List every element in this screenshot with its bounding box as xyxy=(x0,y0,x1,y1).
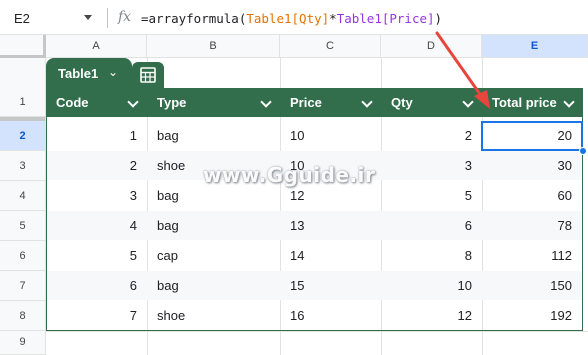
cell-qty[interactable]: 12 xyxy=(381,301,482,330)
header-qty[interactable]: Qty xyxy=(381,88,482,117)
cell-reference: E2 xyxy=(14,11,30,26)
formula-prefix: =arrayformula( xyxy=(141,11,247,26)
cell-total[interactable]: 78 xyxy=(482,211,582,240)
chevron-down-icon[interactable] xyxy=(127,96,139,108)
cell-code[interactable]: 5 xyxy=(47,241,147,270)
cell-qty[interactable]: 2 xyxy=(381,121,482,150)
cell-code[interactable]: 3 xyxy=(47,181,147,210)
formula-ref-qty: Table1[Qty] xyxy=(246,11,330,26)
divider xyxy=(107,8,108,28)
header-label: Price xyxy=(290,95,322,110)
formula-operator: * xyxy=(329,11,337,26)
table-name: Table1 xyxy=(58,66,99,81)
cell-price[interactable]: 16 xyxy=(280,301,381,330)
header-total-price[interactable]: Total price xyxy=(482,88,583,117)
chevron-down-icon[interactable] xyxy=(361,96,373,108)
formula-ref-price: Table1[Price] xyxy=(336,11,435,26)
cell-code[interactable]: 4 xyxy=(47,211,147,240)
grid-table-icon[interactable] xyxy=(132,62,164,88)
cell-qty[interactable]: 6 xyxy=(381,211,482,240)
cell-type[interactable]: bag xyxy=(147,271,280,300)
cell-type[interactable]: bag xyxy=(147,121,280,150)
cell-qty[interactable]: 3 xyxy=(381,151,482,180)
selected-cell-outline xyxy=(481,121,583,151)
header-label: Code xyxy=(56,95,89,110)
table-row: 5 cap 14 8 112 xyxy=(47,241,582,270)
column-header-b[interactable]: B xyxy=(147,35,280,58)
cell-qty[interactable]: 5 xyxy=(381,181,482,210)
select-all-corner[interactable] xyxy=(0,35,46,58)
cell-price[interactable]: 10 xyxy=(280,121,381,150)
fx-icon: fx xyxy=(118,9,132,25)
cell-code[interactable]: 7 xyxy=(47,301,147,330)
cell-type[interactable]: cap xyxy=(147,241,280,270)
cell-qty[interactable]: 10 xyxy=(381,271,482,300)
cell-qty[interactable]: 8 xyxy=(381,241,482,270)
cell-price[interactable]: 14 xyxy=(280,241,381,270)
table-name-chip[interactable]: Table1 ⌄ xyxy=(46,58,132,88)
cell-type[interactable]: bag xyxy=(147,211,280,240)
column-header-e[interactable]: E xyxy=(482,35,588,58)
row-header-7[interactable]: 7 xyxy=(0,271,46,301)
table-row: 7 shoe 16 12 192 xyxy=(47,301,582,330)
table-row: 4 bag 13 6 78 xyxy=(47,211,582,240)
table-row: 6 bag 15 10 150 xyxy=(47,271,582,300)
cell-total[interactable]: 192 xyxy=(482,301,582,330)
row-header-4[interactable]: 4 xyxy=(0,181,46,211)
chevron-down-icon[interactable] xyxy=(563,96,575,108)
fill-handle[interactable] xyxy=(579,147,587,155)
row-header-8[interactable]: 8 xyxy=(0,301,46,331)
row-header-6[interactable]: 6 xyxy=(0,241,46,271)
cell-total[interactable]: 60 xyxy=(482,181,582,210)
formula-input[interactable]: =arrayformula(Table1[Qty]*Table1[Price]) xyxy=(141,11,442,26)
table-header-row: Code Type Price Qty Total price xyxy=(46,88,583,117)
formula-suffix: ) xyxy=(434,11,443,26)
chevron-down-icon[interactable]: ⌄ xyxy=(108,65,118,79)
cell-price[interactable]: 15 xyxy=(280,271,381,300)
header-label: Type xyxy=(157,95,187,110)
row-header-1[interactable]: 1 xyxy=(0,58,46,117)
grid-line xyxy=(46,331,588,332)
cell-total[interactable]: 150 xyxy=(482,271,582,300)
chevron-down-icon[interactable] xyxy=(260,96,272,108)
cell-total[interactable]: 30 xyxy=(482,151,582,180)
row-header-2[interactable]: 2 xyxy=(0,121,46,151)
header-price[interactable]: Price xyxy=(280,88,381,117)
header-label: Total price xyxy=(492,95,557,110)
name-box[interactable]: E2 xyxy=(0,0,108,35)
header-label: Qty xyxy=(391,95,413,110)
row-header-5[interactable]: 5 xyxy=(0,211,46,241)
column-header-a[interactable]: A xyxy=(46,35,147,58)
cell-code[interactable]: 6 xyxy=(47,271,147,300)
column-header-c[interactable]: C xyxy=(280,35,381,58)
chevron-down-icon[interactable] xyxy=(462,96,474,108)
header-type[interactable]: Type xyxy=(147,88,280,117)
row-header-3[interactable]: 3 xyxy=(0,151,46,181)
cell-code[interactable]: 2 xyxy=(47,151,147,180)
cell-total[interactable]: 112 xyxy=(482,241,582,270)
cell-code[interactable]: 1 xyxy=(47,121,147,150)
row-header-9[interactable]: 9 xyxy=(0,331,46,355)
cell-type[interactable]: shoe xyxy=(147,301,280,330)
cell-price[interactable]: 13 xyxy=(280,211,381,240)
chevron-down-icon[interactable] xyxy=(84,15,92,20)
watermark-text: www.Gguide.ir xyxy=(203,163,376,187)
formula-bar: E2 fx =arrayformula(Table1[Qty]*Table1[P… xyxy=(0,0,588,35)
column-header-d[interactable]: D xyxy=(381,35,482,58)
header-code[interactable]: Code xyxy=(46,88,147,117)
